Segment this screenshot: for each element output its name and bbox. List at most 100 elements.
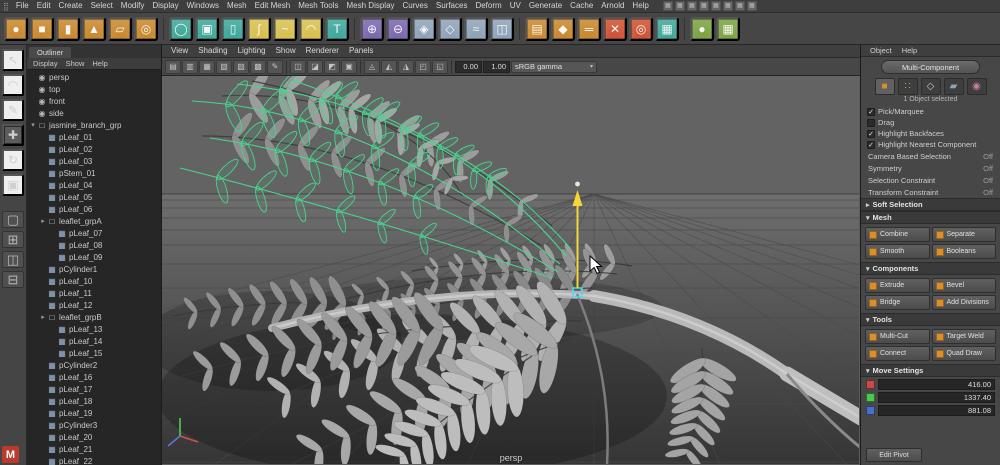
boolean-difference-icon[interactable]: ⊖ xyxy=(386,17,410,41)
menu-display[interactable]: Display xyxy=(148,0,182,12)
menu-file[interactable]: File xyxy=(12,0,33,12)
connect-button[interactable]: Connect xyxy=(865,346,930,361)
layout-persp-outliner-icon[interactable]: ◫ xyxy=(2,251,24,268)
snap-curve-icon[interactable]: ▦ xyxy=(675,1,685,11)
menu-surfaces[interactable]: Surfaces xyxy=(432,0,472,12)
paint-select-tool-icon[interactable]: ✎ xyxy=(2,99,24,121)
render-icon[interactable]: ▦ xyxy=(723,1,733,11)
section-header-components[interactable]: ▾Components xyxy=(861,262,1000,275)
booleans-button[interactable]: Booleans xyxy=(932,244,997,259)
textured-icon[interactable]: ◩ xyxy=(324,60,340,74)
poly-cone-icon[interactable]: ▲ xyxy=(82,17,106,41)
grease-pencil-icon[interactable]: ✎ xyxy=(267,60,283,74)
shadows-icon[interactable]: ◬ xyxy=(364,60,380,74)
mirror-icon[interactable]: ◫ xyxy=(490,17,514,41)
resolution-gate-icon[interactable]: ◱ xyxy=(432,60,448,74)
menu-windows[interactable]: Windows xyxy=(183,0,223,12)
expand-arrow-icon[interactable]: ▾ xyxy=(29,121,37,129)
outliner-item-pleaf-05[interactable]: ▦pLeaf_05 xyxy=(27,191,161,203)
menu-help[interactable]: Help xyxy=(628,0,652,12)
option-highlight-nearest-component[interactable]: ✓Highlight Nearest Component xyxy=(861,139,1000,150)
snap-projected-center-icon[interactable]: ▦ xyxy=(699,1,709,11)
constraint-camera-based-selection[interactable]: Camera Based SelectionOff xyxy=(861,150,1000,162)
add-divisions-button[interactable]: Add Divisions xyxy=(932,295,997,310)
combine-button[interactable]: Combine xyxy=(865,227,930,242)
outliner-item-pleaf-01[interactable]: ▦pLeaf_01 xyxy=(27,131,161,143)
sculpt-icon[interactable]: ● xyxy=(690,17,714,41)
bevel-icon[interactable]: ◆ xyxy=(551,17,575,41)
ipr-render-icon[interactable]: ▦ xyxy=(735,1,745,11)
menu-edit[interactable]: Edit xyxy=(33,0,55,12)
outliner-item-pleaf-03[interactable]: ▦pLeaf_03 xyxy=(27,155,161,167)
expand-arrow-icon[interactable]: ▸ xyxy=(39,217,47,225)
checkbox-checked-icon[interactable]: ✓ xyxy=(867,130,875,138)
menu-cache[interactable]: Cache xyxy=(566,0,597,12)
outliner-item-leaflet-grpb[interactable]: ▸□leaflet_grpB xyxy=(27,311,161,323)
expand-arrow-icon[interactable]: ▸ xyxy=(39,313,47,321)
option-drag[interactable]: Drag xyxy=(861,117,1000,128)
menu-curves[interactable]: Curves xyxy=(399,0,432,12)
ep-curve-icon[interactable]: ~ xyxy=(273,17,297,41)
viewport-menu-show[interactable]: Show xyxy=(271,45,301,57)
viewport-canvas[interactable]: persp xyxy=(162,76,860,465)
select-camera-icon[interactable]: ▤ xyxy=(165,60,181,74)
outliner-item-pleaf-11[interactable]: ▦pLeaf_11 xyxy=(27,287,161,299)
extrude-button[interactable]: Extrude xyxy=(865,278,930,293)
target-weld-button[interactable]: Target Weld xyxy=(932,329,997,344)
outliner-item-leaflet-grpa[interactable]: ▸□leaflet_grpA xyxy=(27,215,161,227)
outliner-item-front[interactable]: ◉front xyxy=(27,95,161,107)
combine-icon[interactable]: ◈ xyxy=(412,17,436,41)
snap-grid-icon[interactable]: ▦ xyxy=(663,1,673,11)
shaded-icon[interactable]: ◪ xyxy=(307,60,323,74)
bridge-icon[interactable]: ═ xyxy=(577,17,601,41)
text-tool-icon[interactable]: T xyxy=(325,17,349,41)
viewport-menu-panels[interactable]: Panels xyxy=(344,45,378,57)
lock-camera-icon[interactable]: ▥ xyxy=(182,60,198,74)
outliner-menu-display[interactable]: Display xyxy=(29,58,62,69)
outliner-item-pleaf-20[interactable]: ▦pLeaf_20 xyxy=(27,431,161,443)
outliner-item-pleaf-14[interactable]: ▦pLeaf_14 xyxy=(27,335,161,347)
menu-mesh[interactable]: Mesh xyxy=(223,0,251,12)
wireframe-icon[interactable]: ◫ xyxy=(290,60,306,74)
object-mode-icon[interactable]: ■ xyxy=(875,78,895,95)
menu-deform[interactable]: Deform xyxy=(471,0,505,12)
rotate-tool-icon[interactable]: ↻ xyxy=(2,149,24,171)
constraint-selection-constraint[interactable]: Selection ConstraintOff xyxy=(861,174,1000,186)
outliner-item-pcylinder1[interactable]: ▦pCylinder1 xyxy=(27,263,161,275)
menu-mesh-tools[interactable]: Mesh Tools xyxy=(294,0,342,12)
vertex-mode-icon[interactable]: ∷ xyxy=(898,78,918,95)
section-header-move-settings[interactable]: ▾Move Settings xyxy=(861,364,1000,377)
menu-modify[interactable]: Modify xyxy=(117,0,149,12)
menu-arnold[interactable]: Arnold xyxy=(597,0,628,12)
quad-draw-icon[interactable]: ▦ xyxy=(655,17,679,41)
section-header-mesh[interactable]: ▾Mesh xyxy=(861,211,1000,224)
option-highlight-backfaces[interactable]: ✓Highlight Backfaces xyxy=(861,128,1000,139)
outliner-item-pleaf-15[interactable]: ▦pLeaf_15 xyxy=(27,347,161,359)
outliner-item-pleaf-08[interactable]: ▦pLeaf_08 xyxy=(27,239,161,251)
menu-edit-mesh[interactable]: Edit Mesh xyxy=(251,0,295,12)
target-weld-icon[interactable]: ◎ xyxy=(629,17,653,41)
lasso-tool-icon[interactable]: ◠ xyxy=(2,74,24,96)
viewport-menu-view[interactable]: View xyxy=(166,45,193,57)
checkbox-checked-icon[interactable]: ✓ xyxy=(867,108,875,116)
axis-x-value[interactable]: 416.00 xyxy=(878,379,995,390)
outliner-item-pleaf-21[interactable]: ▦pLeaf_21 xyxy=(27,443,161,455)
smooth-button[interactable]: Smooth xyxy=(865,244,930,259)
make-live-icon[interactable]: ▦ xyxy=(711,1,721,11)
gamma-field[interactable]: 1.00 xyxy=(483,61,510,73)
option-pick-marquee[interactable]: ✓Pick/Marquee xyxy=(861,106,1000,117)
menu-generate[interactable]: Generate xyxy=(525,0,566,12)
outliner-item-pleaf-02[interactable]: ▦pLeaf_02 xyxy=(27,143,161,155)
2d-pan-zoom-icon[interactable]: ▩ xyxy=(250,60,266,74)
constraint-symmetry[interactable]: SymmetryOff xyxy=(861,162,1000,174)
layout-four-pane-icon[interactable]: ⊞ xyxy=(2,231,24,248)
poly-cylinder-icon[interactable]: ▮ xyxy=(56,17,80,41)
outliner-item-pleaf-13[interactable]: ▦pLeaf_13 xyxy=(27,323,161,335)
poly-cube-icon[interactable]: ■ xyxy=(30,17,54,41)
checkbox-checked-icon[interactable]: ✓ xyxy=(867,141,875,149)
scale-tool-icon[interactable]: ▣ xyxy=(2,174,24,196)
nurbs-cube-icon[interactable]: ▣ xyxy=(195,17,219,41)
outliner-item-pleaf-09[interactable]: ▦pLeaf_09 xyxy=(27,251,161,263)
bridge-button[interactable]: Bridge xyxy=(865,295,930,310)
render-settings-icon[interactable]: ▦ xyxy=(747,1,757,11)
